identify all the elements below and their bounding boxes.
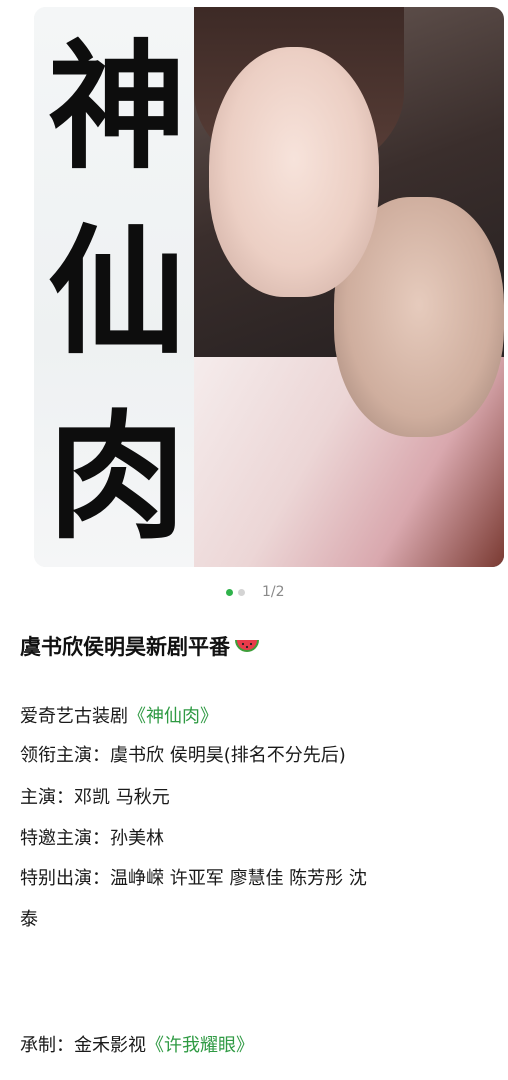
poster-calligraphy-char-2: 仙	[47, 210, 186, 373]
post-line-cameo-cont: 泰	[20, 909, 38, 930]
post-title: 虞书欣侯明昊新剧平番	[20, 630, 260, 667]
poster-calligraphy-char-3: 肉	[47, 395, 186, 558]
post-title-text: 虞书欣侯明昊新剧平番	[20, 635, 230, 659]
watermelon-icon	[234, 633, 260, 667]
poster-image[interactable]: 神 仙 肉	[34, 7, 504, 567]
series-label: 爱奇艺古装剧	[20, 706, 128, 727]
producer-label: 承制：金禾影视	[20, 1035, 146, 1056]
carousel-dot-inactive[interactable]	[238, 589, 245, 596]
post-line-special-guest: 特邀主演：孙美林	[20, 828, 164, 849]
poster-calligraphy-char-1: 神	[47, 25, 186, 188]
post-line-cameo: 特别出演：温峥嵘 许亚军 廖慧佳 陈芳彤 沈	[20, 868, 367, 889]
carousel-dot-active[interactable]	[226, 589, 233, 596]
carousel-indicator: 1/2	[0, 583, 508, 601]
post-line-series: 爱奇艺古装剧《神仙肉》	[20, 703, 218, 731]
poster-actress-face	[209, 47, 379, 297]
post-line-cast: 主演：邓凯 马秋元	[20, 787, 170, 808]
post-line-producer: 承制：金禾影视《许我耀眼》	[20, 1032, 254, 1060]
carousel-counter: 1/2	[262, 584, 285, 600]
producer-work-link[interactable]: 《许我耀眼》	[146, 1035, 254, 1056]
post-line-leads: 领衔主演：虞书欣 侯明昊(排名不分先后)	[20, 745, 346, 766]
series-title-link[interactable]: 《神仙肉》	[128, 706, 218, 727]
